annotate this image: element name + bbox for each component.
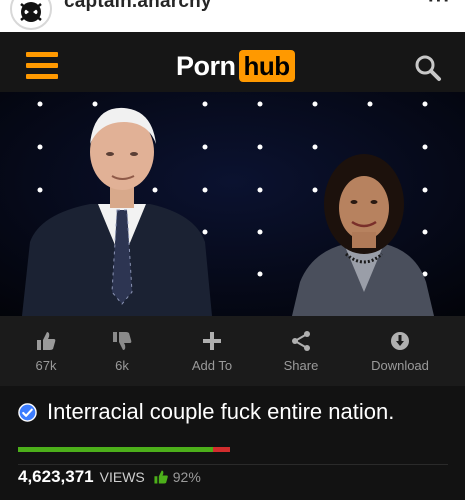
hamburger-menu-icon[interactable] [26,52,58,80]
share-button[interactable]: Share [276,330,326,373]
video-title-area: Interracial couple fuck entire nation. [0,386,465,464]
rating-percent: 92% [172,469,201,485]
dislike-count: 6k [115,358,129,373]
instagram-post-header: captain.anarchy ··· [0,0,465,32]
thumbs-up-icon [154,470,168,484]
username[interactable]: captain.anarchy [64,0,212,13]
dislike-button[interactable]: 6k [102,330,142,373]
skull-avatar-icon [20,2,42,22]
more-horizontal-icon[interactable]: ··· [428,0,451,13]
video-thumbnail-image [0,92,465,316]
logo-text-part2: hub [238,50,295,82]
thumbs-up-icon [37,332,56,350]
profile-avatar[interactable] [10,0,52,30]
views-count: 4,623,371 [18,467,94,486]
search-icon[interactable] [414,54,442,82]
download-label: Download [371,358,429,373]
site-top-bar: Porn hub [0,32,465,92]
video-thumbnail[interactable] [0,92,465,316]
download-button[interactable]: Download [364,330,436,373]
rating-bar-fill [18,447,214,452]
site-screenshot: Porn hub 67k 6k Add To Share Download In… [0,32,465,500]
logo-text-part1: Porn [176,50,236,81]
rating-bar [18,447,230,452]
verified-check-icon [18,403,37,422]
video-title[interactable]: Interracial couple fuck entire nation. [47,398,447,426]
share-label: Share [283,358,319,373]
site-logo[interactable]: Porn hub [176,50,295,82]
thumbs-down-icon [113,332,132,350]
add-to-label: Add To [191,358,233,373]
add-to-button[interactable]: Add To [182,330,242,373]
download-icon [391,332,409,350]
like-button[interactable]: 67k [26,330,66,373]
like-count: 67k [35,358,57,373]
views-row: 4,623,371 VIEWS 92% [18,464,201,490]
views-label: VIEWS [99,469,145,485]
share-icon [292,331,310,351]
video-actions-bar: 67k 6k Add To Share Download [0,316,465,386]
plus-icon [203,332,221,350]
